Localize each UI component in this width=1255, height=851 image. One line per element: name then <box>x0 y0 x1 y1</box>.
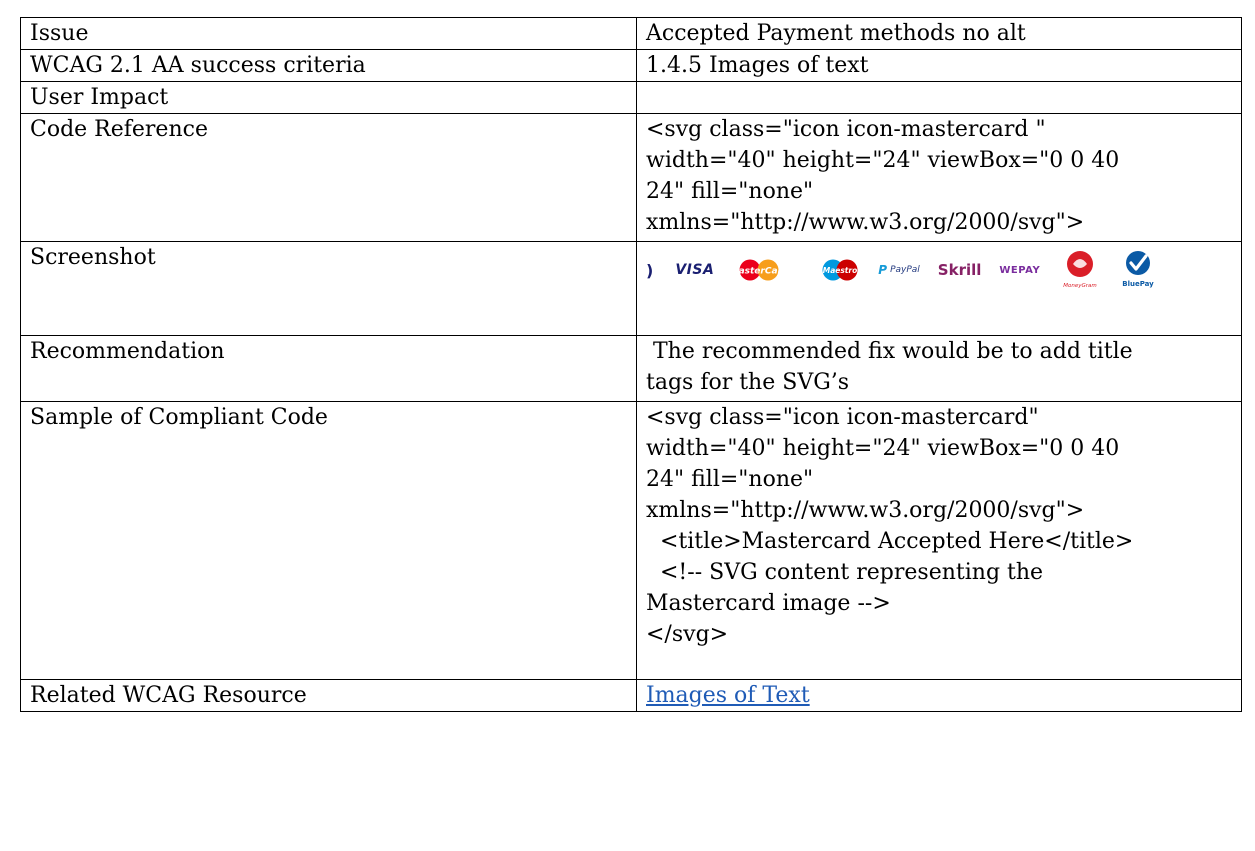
table-row-code-reference: Code Reference <svg class="icon icon-mas… <box>20 113 1242 242</box>
table-row-issue: Issue Accepted Payment methods no alt <box>20 17 1242 50</box>
issue-label: Issue <box>20 17 637 50</box>
screenshot-cell: ) VISA MasterCard Maestro P PayPal Skril… <box>636 241 1242 336</box>
resource-label: Related WCAG Resource <box>20 679 637 712</box>
paypal-logo: P PayPal <box>878 255 920 286</box>
impact-label: User Impact <box>20 81 637 114</box>
criteria-label: WCAG 2.1 AA success criteria <box>20 49 637 82</box>
resource-cell: Images of Text <box>636 679 1242 712</box>
cropped-logo-edge: ) <box>646 260 654 280</box>
impact-value <box>636 81 1242 114</box>
issue-value: Accepted Payment methods no alt <box>636 17 1242 50</box>
recommendation-label: Recommendation <box>20 335 637 402</box>
screenshot-label: Screenshot <box>20 241 637 336</box>
table-row-recommendation: Recommendation The recommended fix would… <box>20 335 1242 402</box>
compliant-code-label: Sample of Compliant Code <box>20 401 637 680</box>
table-row-compliant-code: Sample of Compliant Code <svg class="ico… <box>20 401 1242 680</box>
bluepay-logo-text: BluePay <box>1122 280 1154 288</box>
skrill-logo: Skrill <box>937 260 982 279</box>
accessibility-issue-table: Issue Accepted Payment methods no alt WC… <box>20 17 1242 712</box>
images-of-text-link[interactable]: Images of Text <box>646 683 810 708</box>
bluepay-logo: BluePay <box>1120 250 1156 290</box>
code-reference-label: Code Reference <box>20 113 637 242</box>
recommendation-value: The recommended fix would be to add titl… <box>636 335 1242 402</box>
payment-logos-image: ) VISA MasterCard Maestro P PayPal Skril… <box>646 242 1232 290</box>
visa-logo: VISA <box>675 261 715 278</box>
wepay-logo: WEPAY <box>999 264 1041 276</box>
maestro-logo-text: Maestro <box>823 266 858 275</box>
criteria-value: 1.4.5 Images of text <box>636 49 1242 82</box>
paypal-logo-text: PayPal <box>890 264 920 275</box>
table-row-criteria: WCAG 2.1 AA success criteria 1.4.5 Image… <box>20 49 1242 82</box>
maestro-logo: Maestro <box>820 259 860 281</box>
table-row-screenshot: Screenshot ) VISA MasterCard Maestro P P… <box>20 241 1242 336</box>
table-row-impact: User Impact <box>20 81 1242 114</box>
table-row-resource: Related WCAG Resource Images of Text <box>20 679 1242 712</box>
mastercard-logo: MasterCard <box>732 259 786 281</box>
moneygram-logo-text: MoneyGram <box>1063 283 1097 289</box>
compliant-code-value: <svg class="icon icon-mastercard" width=… <box>636 401 1242 680</box>
code-reference-value: <svg class="icon icon-mastercard " width… <box>636 113 1242 242</box>
moneygram-logo: MoneyGram <box>1058 250 1102 290</box>
mastercard-logo-text: MasterCard <box>732 267 786 277</box>
